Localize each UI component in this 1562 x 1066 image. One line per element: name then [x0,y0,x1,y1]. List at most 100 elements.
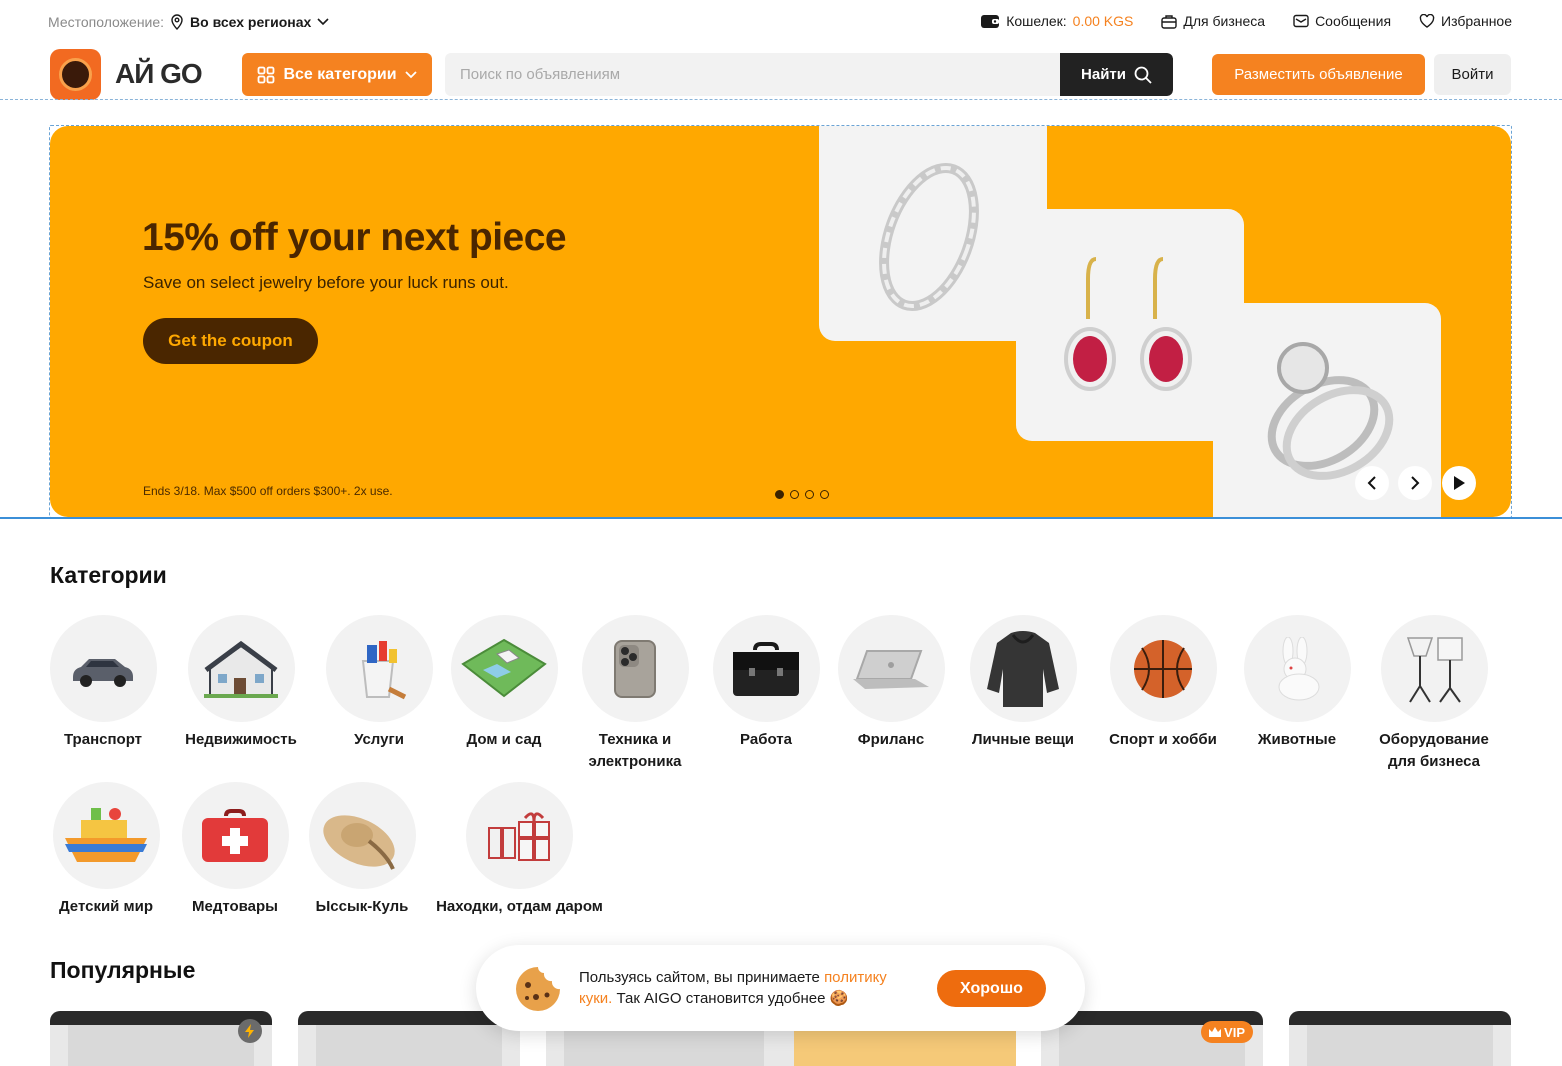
category-transport[interactable]: Транспорт [48,615,158,751]
category-personal-items[interactable]: Личные вещи [962,615,1084,751]
logo-text[interactable]: АЙ GO [115,58,203,90]
category-sport-hobby[interactable]: Спорт и хобби [1102,615,1224,751]
category-image [325,615,433,722]
cookie-text-before: Пользуясь сайтом, вы принимаете [579,969,825,986]
lightning-icon [245,1024,254,1038]
briefcase-icon [1161,14,1178,29]
all-categories-label: Все категории [283,65,397,83]
vip-label: VIP [1224,1024,1245,1040]
hoodie-icon [987,630,1059,707]
all-categories-button[interactable]: Все категории [242,53,432,96]
get-coupon-button[interactable]: Get the coupon [143,318,318,364]
category-issyk-kul[interactable]: Ыссык-Куль [307,782,417,918]
category-image [1109,615,1217,722]
phone-icon [614,639,656,698]
category-services[interactable]: Услуги [324,615,434,751]
category-label: Работа [740,731,792,748]
carousel-dot[interactable] [775,490,784,499]
category-image [837,615,945,722]
eternity-ring-image [879,162,979,312]
login-button[interactable]: Войти [1434,54,1511,95]
carousel-dot[interactable] [790,490,799,499]
popular-listing-card[interactable]: VIP [1041,1011,1263,1066]
category-animals[interactable]: Животные [1242,615,1352,751]
chevron-down-icon [317,18,329,26]
category-image [969,615,1077,722]
category-label: Животные [1257,731,1337,748]
mail-icon [1293,14,1309,28]
category-image [450,615,558,722]
category-electronics[interactable]: Техника и электроника [574,615,696,773]
cookie-text-after: Так AIGO становится удобнее 🍪 [612,990,849,1007]
chevron-left-icon [1367,476,1376,490]
briefcase-icon [733,641,799,696]
earrings-product-card[interactable] [1016,209,1244,441]
category-jobs[interactable]: Работа [711,615,821,751]
logo-mark[interactable] [50,49,101,100]
business-label: Для бизнеса [1183,13,1266,29]
cookie-icon [516,967,560,1011]
location-selector[interactable]: Местоположение: Во всех регионах [48,14,329,30]
category-home-garden[interactable]: Дом и сад [449,615,559,751]
category-label: Оборудование [1379,731,1489,748]
carousel-prev-button[interactable] [1355,466,1389,500]
location-value: Во всех регионах [190,14,312,30]
ruby-earrings-image [1064,257,1192,391]
chevron-right-icon [1411,476,1420,490]
grid-icon [258,66,275,83]
post-ad-button[interactable]: Разместить объявление [1212,54,1425,95]
header-divider [0,99,1562,100]
category-label: Спорт и хобби [1109,731,1217,748]
wallet-label: Кошелек: [1006,13,1067,29]
crown-icon [1209,1027,1222,1037]
search-button[interactable]: Найти [1060,53,1173,96]
listing-image [1289,1011,1511,1025]
popular-listing-card[interactable] [1289,1011,1511,1066]
business-link[interactable]: Для бизнеса [1161,13,1265,29]
category-image [187,615,295,722]
popular-listing-card[interactable] [50,1011,272,1066]
carousel-dots [775,490,829,499]
chevron-down-icon [404,70,417,78]
carousel-play-button[interactable] [1442,466,1476,500]
banner-fine-print: Ends 3/18. Max $500 off orders $300+. 2x… [143,484,393,498]
ring-product-card[interactable] [819,126,1047,341]
carousel-next-button[interactable] [1398,466,1432,500]
listing-image-wall [564,1025,764,1066]
favorites-label: Избранное [1441,13,1512,29]
category-medical[interactable]: Медтовары [180,782,290,918]
logo-planet-icon [59,58,92,91]
category-real-estate[interactable]: Недвижимость [180,615,302,751]
wallet-link[interactable]: Кошелек: 0.00 KGS [980,13,1133,29]
category-image [581,615,689,722]
banner-subtitle: Save on select jewelry before your luck … [143,273,509,292]
carousel-dot[interactable] [805,490,814,499]
category-business-equipment[interactable]: Оборудование для бизнеса [1370,615,1498,773]
category-image [308,782,416,889]
category-freelance[interactable]: Фриланс [836,615,946,751]
listing-image-wall [68,1025,254,1066]
category-kids[interactable]: Детский мир [50,782,162,918]
popular-listing-card[interactable] [298,1011,520,1066]
category-label: Медтовары [191,898,278,915]
rabbit-icon [1278,636,1320,700]
search-bar: Найти [445,53,1173,96]
category-label: Недвижимость [185,731,297,748]
cookie-consent-banner: Пользуясь сайтом, вы принимаете политику… [476,945,1085,1031]
first-aid-kit-icon [202,808,268,862]
messages-label: Сообщения [1315,13,1392,29]
search-icon [1134,66,1152,84]
category-label: Дом и сад [466,731,542,748]
cookie-accept-button[interactable]: Хорошо [937,970,1046,1007]
category-image [1380,615,1488,722]
messages-link[interactable]: Сообщения [1293,13,1391,29]
category-label: Услуги [354,731,404,748]
category-giveaways[interactable]: Находки, отдам даром [432,782,607,918]
promo-banner[interactable]: 15% off your next piece Save on select j… [50,126,1511,517]
category-label: Детский мир [58,898,154,915]
favorites-link[interactable]: Избранное [1419,13,1512,29]
search-input[interactable] [445,53,1060,96]
house-icon [204,640,278,698]
carousel-dot[interactable] [820,490,829,499]
cookie-text: Пользуясь сайтом, вы принимаете политику… [579,967,924,1009]
